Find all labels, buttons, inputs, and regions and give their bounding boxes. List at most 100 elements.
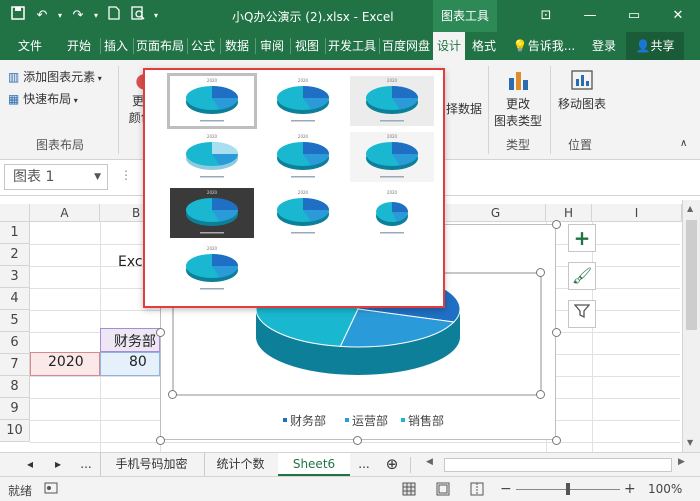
cell-b7[interactable]: 80 xyxy=(129,354,147,370)
hscroll-right-icon[interactable]: ▶ xyxy=(678,457,685,467)
select-data-button[interactable]: 择数据 xyxy=(446,100,482,117)
cell-b6[interactable]: 财务部 xyxy=(114,331,156,351)
formula-dots-icon: ⋮ xyxy=(120,168,132,182)
tab-format[interactable]: 格式 xyxy=(468,32,500,60)
row-header[interactable]: 5 xyxy=(0,310,30,332)
column-header-i[interactable]: I xyxy=(592,204,682,222)
scroll-down-icon[interactable]: ▼ xyxy=(687,438,693,447)
hscroll-left-icon[interactable]: ◀ xyxy=(426,457,433,467)
row-header[interactable]: 7 xyxy=(0,354,30,376)
horizontal-scrollbar[interactable] xyxy=(444,458,672,472)
tab-page-layout[interactable]: 页面布局 xyxy=(135,32,185,60)
zoom-out-button[interactable]: − xyxy=(500,481,512,497)
chart-style-option[interactable]: 2020 xyxy=(261,132,345,182)
undo-icon[interactable]: ↶ xyxy=(32,6,52,26)
tab-developer[interactable]: 开发工具 xyxy=(327,32,377,60)
new-file-icon[interactable] xyxy=(104,6,124,26)
chart-resize-handle[interactable] xyxy=(552,436,561,445)
plot-area-handle[interactable] xyxy=(168,390,177,399)
macro-record-icon[interactable] xyxy=(44,482,58,497)
tab-home[interactable]: 开始 xyxy=(60,32,98,60)
redo-icon[interactable]: ↷ xyxy=(68,6,88,26)
save-icon[interactable] xyxy=(8,6,28,26)
sheet-tab-count[interactable]: 统计个数 xyxy=(204,453,276,476)
chart-style-option[interactable]: 2020 xyxy=(167,73,257,129)
chart-resize-handle[interactable] xyxy=(552,220,561,229)
chart-style-option[interactable]: 2020 xyxy=(170,188,254,238)
row-header[interactable]: 9 xyxy=(0,398,30,420)
row-header[interactable]: 6 xyxy=(0,332,30,354)
chart-style-option[interactable]: 2020 xyxy=(170,132,254,182)
tell-me-search[interactable]: 💡告诉我... xyxy=(508,32,580,60)
name-box[interactable]: 图表 1 ▼ xyxy=(4,164,108,190)
tab-baidu-netdisk[interactable]: 百度网盘 xyxy=(381,32,431,60)
tab-formulas[interactable]: 公式 xyxy=(189,32,217,60)
page-layout-view-icon[interactable] xyxy=(436,482,450,499)
column-header-a[interactable]: A xyxy=(30,204,100,222)
scroll-up-icon[interactable]: ▲ xyxy=(687,204,693,213)
chart-styles-button[interactable]: 🖌 xyxy=(568,262,596,290)
customize-qat-icon[interactable]: ▾ xyxy=(152,6,160,26)
change-chart-type-button[interactable]: 更改 图表类型 xyxy=(492,68,544,129)
minimize-button[interactable]: — xyxy=(568,0,612,32)
chart-style-gallery: 2020 2020 2020 2020 2020 2020 2020 2020 2020 2020 xyxy=(143,68,445,308)
undo-dropdown-icon[interactable]: ▾ xyxy=(56,6,64,26)
tab-review[interactable]: 审阅 xyxy=(257,32,287,60)
sheet-more-right[interactable]: ... xyxy=(352,453,376,476)
share-button[interactable]: 👤共享 xyxy=(626,32,684,60)
chart-style-option[interactable]: 2020 xyxy=(170,244,254,294)
chart-style-option[interactable]: 2020 xyxy=(350,76,434,126)
chart-elements-button[interactable]: + xyxy=(568,224,596,252)
thumb-title: 2020 xyxy=(387,190,398,195)
tab-design[interactable]: 设计 xyxy=(433,32,465,60)
chart-resize-handle[interactable] xyxy=(353,436,362,445)
quick-layout-button[interactable]: ▦ 快速布局 ▾ xyxy=(8,90,78,107)
row-header[interactable]: 2 xyxy=(0,244,30,266)
zoom-in-button[interactable]: + xyxy=(624,481,636,497)
tab-view[interactable]: 视图 xyxy=(292,32,322,60)
chart-resize-handle[interactable] xyxy=(156,328,165,337)
chart-style-option[interactable]: 2020 xyxy=(350,188,434,238)
chart-filters-button[interactable] xyxy=(568,300,596,328)
select-all-corner[interactable] xyxy=(0,204,30,222)
restore-button[interactable]: ▭ xyxy=(612,0,656,32)
column-header-h[interactable]: H xyxy=(546,204,592,222)
cell-a7[interactable]: 2020 xyxy=(48,354,84,370)
row-header[interactable]: 8 xyxy=(0,376,30,398)
chart-resize-handle[interactable] xyxy=(156,436,165,445)
chart-style-option[interactable]: 2020 xyxy=(261,76,345,126)
plot-area-handle[interactable] xyxy=(536,390,545,399)
zoom-slider-thumb[interactable] xyxy=(566,483,570,495)
tab-file[interactable]: 文件 xyxy=(8,32,52,60)
add-sheet-button[interactable]: ⊕ xyxy=(380,453,404,476)
row-header[interactable]: 3 xyxy=(0,266,30,288)
page-break-view-icon[interactable] xyxy=(470,482,484,499)
row-header[interactable]: 1 xyxy=(0,222,30,244)
add-chart-element-button[interactable]: ▥ 添加图表元素 ▾ xyxy=(8,68,102,85)
print-preview-icon[interactable] xyxy=(128,6,148,26)
row-header[interactable]: 4 xyxy=(0,288,30,310)
redo-dropdown-icon[interactable]: ▾ xyxy=(92,6,100,26)
chart-style-option[interactable]: 2020 xyxy=(261,188,345,238)
sheet-prev-icon[interactable]: ◂ xyxy=(20,453,40,476)
move-chart-button[interactable]: 移动图表 xyxy=(554,68,610,112)
login-button[interactable]: 登录 xyxy=(588,32,620,60)
vertical-scrollbar[interactable]: ▲ ▼ xyxy=(682,200,700,452)
sheet-tab-phone-encrypt[interactable]: 手机号码加密 xyxy=(100,453,202,476)
zoom-level[interactable]: 100% xyxy=(648,482,682,496)
close-button[interactable]: ✕ xyxy=(656,0,700,32)
tab-insert[interactable]: 插入 xyxy=(102,32,130,60)
ribbon-display-icon[interactable]: ⊡ xyxy=(524,0,568,32)
sheet-tab-sheet6[interactable]: Sheet6 xyxy=(278,453,350,476)
sheet-more-left[interactable]: ... xyxy=(76,453,96,476)
chart-style-option[interactable]: 2020 xyxy=(350,132,434,182)
column-header-g[interactable]: G xyxy=(446,204,546,222)
sheet-next-icon[interactable]: ▸ xyxy=(48,453,68,476)
tab-data[interactable]: 数据 xyxy=(222,32,252,60)
plot-area-handle[interactable] xyxy=(536,268,545,277)
collapse-ribbon-icon[interactable]: ∧ xyxy=(680,138,687,149)
chart-resize-handle[interactable] xyxy=(552,328,561,337)
scroll-thumb[interactable] xyxy=(686,220,697,330)
row-header[interactable]: 10 xyxy=(0,420,30,442)
normal-view-icon[interactable] xyxy=(402,482,416,499)
